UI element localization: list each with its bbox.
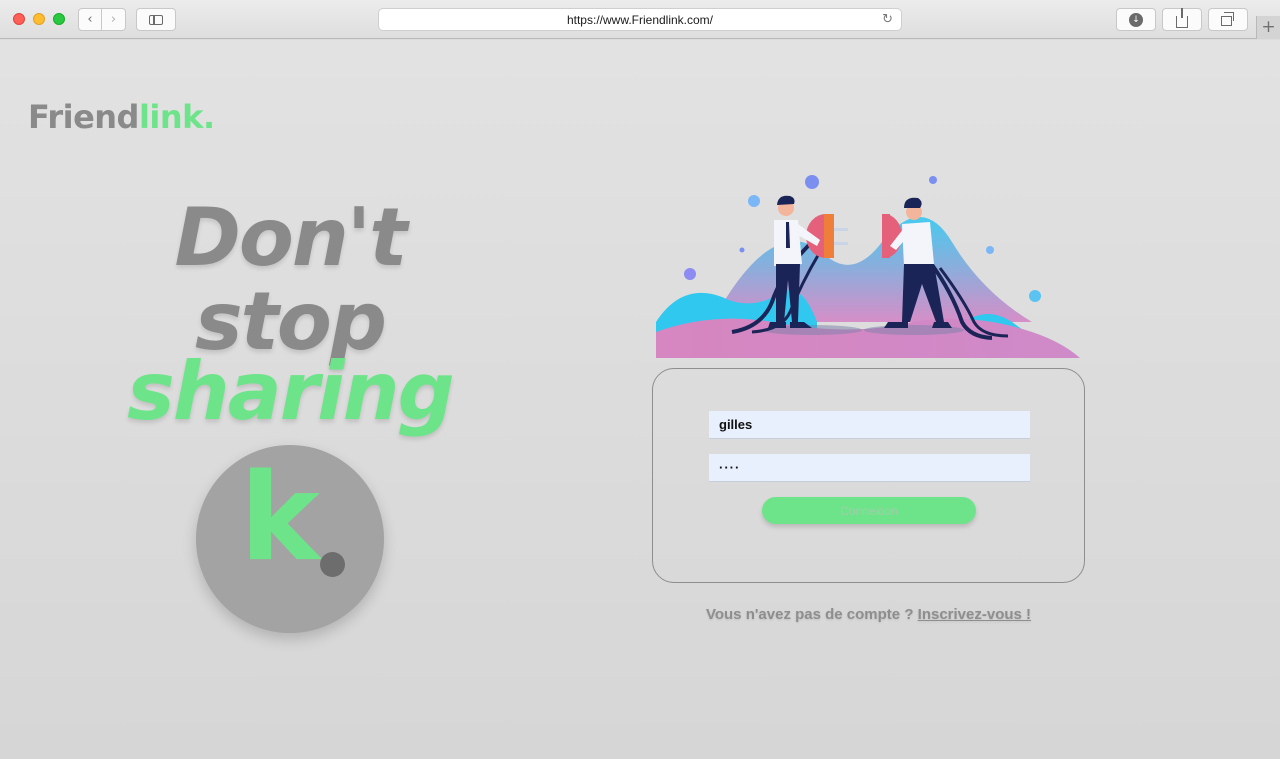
share-icon <box>1176 7 1188 28</box>
zoom-window-button[interactable] <box>53 13 65 25</box>
plug-pin <box>834 228 848 231</box>
tagline-line-3: sharing <box>127 345 455 438</box>
bubble <box>986 246 994 254</box>
person-left-hair <box>777 195 795 205</box>
person-right-shirt <box>902 222 934 266</box>
plug-left-band <box>824 214 834 258</box>
hero-tagline: Don't stop sharing <box>108 198 472 432</box>
reload-icon[interactable]: ↻ <box>882 12 893 27</box>
bubble <box>805 175 819 189</box>
brand-logo[interactable]: Friendlink. <box>28 101 215 133</box>
url-text: https://www.Friendlink.com/ <box>566 12 714 27</box>
bubble <box>1029 290 1041 302</box>
person-right-hair <box>904 197 922 208</box>
bubble <box>748 195 760 207</box>
browser-toolbar: ‹ › https://www.Friendlink.com/ ↻ ↓ + <box>0 0 1280 39</box>
close-window-button[interactable] <box>13 13 25 25</box>
sidebar-toggle-button[interactable] <box>136 8 176 31</box>
illustration-ground <box>656 318 1080 358</box>
password-input[interactable]: ···· <box>709 454 1030 482</box>
downloads-button[interactable]: ↓ <box>1116 8 1156 31</box>
tab-overview-button[interactable] <box>1208 8 1248 31</box>
chevron-left-icon: ‹ <box>87 12 93 27</box>
page-content: Friendlink. Don't stop sharing k gilles … <box>0 40 1280 759</box>
brand-badge: k <box>196 445 384 633</box>
tabs-icon <box>1221 12 1234 26</box>
plug-right-band <box>882 214 890 258</box>
signup-link[interactable]: Inscrivez-vous ! <box>918 606 1031 623</box>
signup-prompt: Vous n'avez pas de compte ? Inscrivez-vo… <box>652 606 1085 623</box>
signup-prompt-text: Vous n'avez pas de compte ? <box>705 606 918 623</box>
password-value: ···· <box>719 460 741 475</box>
username-input[interactable]: gilles <box>709 411 1030 439</box>
connexion-button-label: Connexion <box>840 503 898 518</box>
badge-letter: k <box>240 449 320 588</box>
history-nav: ‹ › <box>78 8 126 31</box>
username-value: gilles <box>719 417 753 432</box>
logo-text-friend: Friend <box>28 98 139 136</box>
minimize-window-button[interactable] <box>33 13 45 25</box>
back-button[interactable]: ‹ <box>78 8 102 31</box>
bubble <box>929 176 937 184</box>
tagline-line-1: Don't <box>174 191 407 284</box>
sidebar-icon <box>149 14 163 25</box>
bubble <box>739 247 745 253</box>
bubble <box>684 268 696 280</box>
connexion-button[interactable]: Connexion <box>762 497 976 524</box>
connection-illustration <box>656 175 1080 358</box>
share-button[interactable] <box>1162 7 1202 31</box>
address-bar[interactable]: https://www.Friendlink.com/ ↻ <box>378 8 902 31</box>
download-icon: ↓ <box>1129 12 1143 27</box>
new-tab-button[interactable]: + <box>1256 16 1280 39</box>
logo-text-link: link. <box>138 98 215 136</box>
plug-pin <box>834 242 848 245</box>
login-form: gilles ···· Connexion <box>652 368 1085 583</box>
forward-button[interactable]: › <box>102 8 126 31</box>
badge-dot <box>320 552 345 577</box>
chevron-right-icon: › <box>110 12 117 27</box>
